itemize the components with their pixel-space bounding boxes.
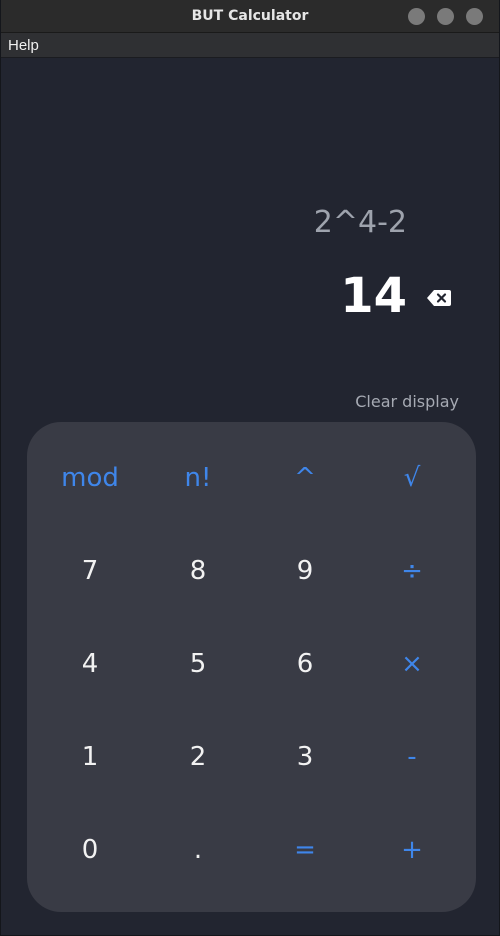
key-divide[interactable]: ÷ <box>362 541 462 601</box>
title-bar: BUT Calculator <box>1 0 499 33</box>
backspace-icon[interactable] <box>427 290 451 306</box>
key-6[interactable]: 6 <box>255 634 355 694</box>
key-4[interactable]: 4 <box>40 634 140 694</box>
clear-display-button[interactable]: Clear display <box>355 392 459 411</box>
key-2[interactable]: 2 <box>148 727 248 787</box>
key-3[interactable]: 3 <box>255 727 355 787</box>
key-power[interactable]: ^ <box>255 448 355 508</box>
key-0[interactable]: 0 <box>40 820 140 880</box>
result-row: 14 <box>340 268 451 324</box>
window-title: BUT Calculator <box>191 8 309 24</box>
key-mod[interactable]: mod <box>40 448 140 508</box>
key-7[interactable]: 7 <box>40 541 140 601</box>
key-sqrt[interactable]: √ <box>362 448 462 508</box>
key-9[interactable]: 9 <box>255 541 355 601</box>
key-1[interactable]: 1 <box>40 727 140 787</box>
keypad: mod n! ^ √ 7 8 9 ÷ 4 5 6 × 1 2 3 - 0 . =… <box>27 422 476 912</box>
calculator-window: BUT Calculator Help 2^4-2 14 Clear displ… <box>0 0 500 936</box>
minimize-button[interactable] <box>408 8 425 25</box>
key-factorial[interactable]: n! <box>148 448 248 508</box>
key-5[interactable]: 5 <box>148 634 248 694</box>
key-plus[interactable]: + <box>362 820 462 880</box>
key-equals[interactable]: = <box>255 820 355 880</box>
close-button[interactable] <box>466 8 483 25</box>
menu-bar: Help <box>1 33 499 58</box>
key-multiply[interactable]: × <box>362 634 462 694</box>
key-dot[interactable]: . <box>148 820 248 880</box>
key-minus[interactable]: - <box>362 727 462 787</box>
result-display: 14 <box>340 268 407 324</box>
maximize-button[interactable] <box>437 8 454 25</box>
expression-display: 2^4-2 <box>313 205 407 240</box>
menu-help[interactable]: Help <box>1 37 39 54</box>
window-controls <box>408 8 483 25</box>
key-8[interactable]: 8 <box>148 541 248 601</box>
